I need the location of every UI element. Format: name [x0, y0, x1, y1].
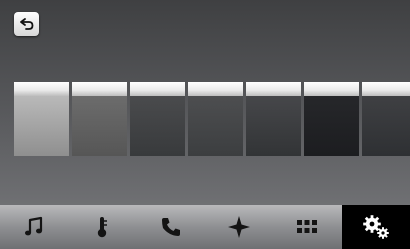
swatch-6[interactable] [304, 82, 359, 156]
swatch-4[interactable] [188, 82, 243, 156]
swatch-highlight [130, 82, 185, 96]
tab-settings[interactable] [341, 205, 410, 249]
tab-navigation[interactable] [205, 205, 273, 249]
apps-grid-icon [297, 220, 318, 233]
swatch-highlight [246, 82, 301, 96]
swatch-highlight [14, 82, 69, 96]
swatch-7[interactable] [362, 82, 410, 156]
color-swatch-row [14, 82, 410, 156]
swatch-highlight [362, 82, 410, 96]
bottom-tab-bar [0, 205, 410, 249]
tab-phone[interactable] [137, 205, 205, 249]
swatch-color [246, 96, 301, 156]
settings-gears-icon [362, 215, 389, 239]
phone-icon [161, 218, 180, 236]
settings-screen [0, 0, 410, 249]
swatch-color [130, 96, 185, 156]
swatch-color [362, 96, 410, 156]
swatch-3[interactable] [130, 82, 185, 156]
back-arrow-icon [19, 18, 33, 30]
thermometer-icon [98, 217, 108, 238]
tab-climate[interactable] [68, 205, 136, 249]
back-button[interactable] [14, 12, 39, 36]
tab-music[interactable] [0, 205, 68, 249]
swatch-highlight [72, 82, 127, 96]
music-note-icon [25, 216, 43, 236]
swatch-color [304, 96, 359, 156]
swatch-5[interactable] [246, 82, 301, 156]
swatch-color [188, 96, 243, 156]
swatch-highlight [304, 82, 359, 96]
swatch-highlight [188, 82, 243, 96]
swatch-1[interactable] [14, 82, 69, 156]
swatch-2[interactable] [72, 82, 127, 156]
swatch-color [72, 96, 127, 156]
navigation-star-icon [228, 216, 251, 238]
tab-apps[interactable] [273, 205, 341, 249]
swatch-color [14, 96, 69, 156]
